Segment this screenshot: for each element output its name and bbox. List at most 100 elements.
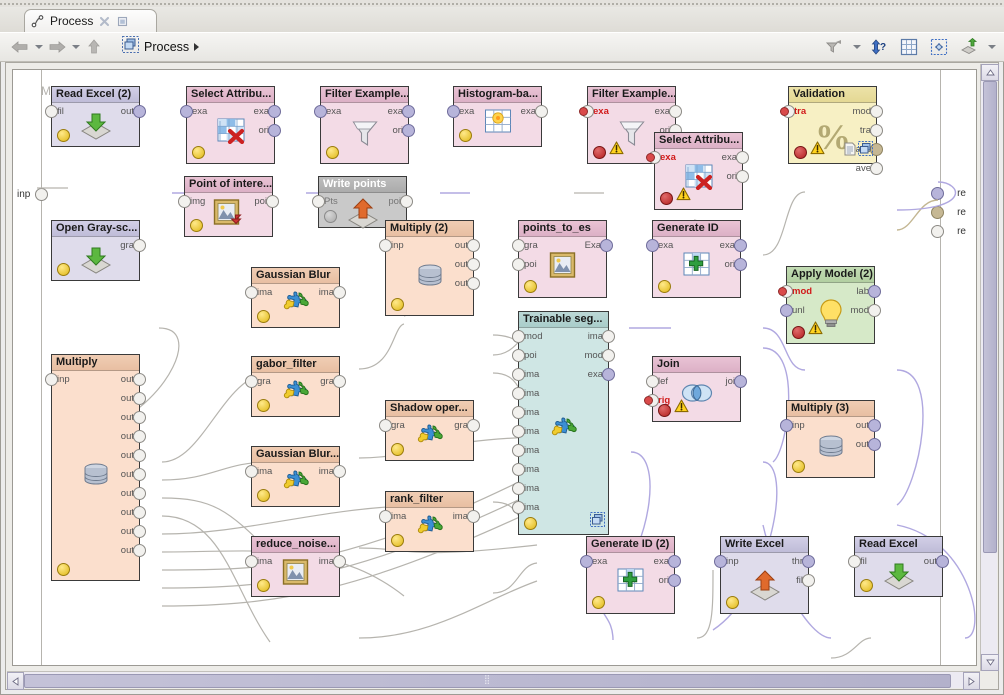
- input-nub-points-to-es-1[interactable]: [512, 258, 525, 271]
- process-output-nub-2[interactable]: [931, 225, 944, 238]
- input-nub-histogram-based-0[interactable]: [447, 105, 460, 118]
- output-port-open-grayscale-0[interactable]: gra: [120, 240, 134, 251]
- input-port-trainable-segmentation-8[interactable]: ima: [524, 483, 539, 494]
- warning-icon-join[interactable]: [674, 399, 689, 418]
- operator-select-attributes-2[interactable]: Select Attribu... exa exa ori: [646, 132, 749, 210]
- input-nub-points-to-es-0[interactable]: [512, 239, 525, 252]
- operator-generate-id-1[interactable]: Generate ID exa exa ori: [646, 220, 747, 298]
- input-port-trainable-segmentation-7[interactable]: ima: [524, 464, 539, 475]
- scroll-up-button[interactable]: [981, 64, 999, 81]
- warning-icon-select-attributes-2[interactable]: [676, 187, 691, 206]
- output-nub-reduce-noise-0[interactable]: [333, 555, 346, 568]
- operator-validation[interactable]: Validationtramodtraaveave%: [780, 86, 883, 175]
- scroll-left-button[interactable]: [7, 672, 24, 690]
- output-nub-open-grayscale-0[interactable]: [133, 239, 146, 252]
- output-nub-filter-examples-2-0[interactable]: [669, 105, 682, 118]
- output-port-generate-id-1-0[interactable]: exa: [720, 240, 735, 251]
- output-nub-write-points-0[interactable]: [400, 195, 413, 208]
- operator-read-excel-2[interactable]: Read Excel (2) fil out: [45, 86, 146, 147]
- output-nub-multiply-1-2[interactable]: [133, 411, 146, 424]
- input-port-histogram-based-0[interactable]: exa: [459, 106, 474, 117]
- input-nub-trainable-segmentation-4[interactable]: [512, 406, 525, 419]
- breadcrumb-arrow-icon[interactable]: [194, 43, 200, 51]
- input-nub-rank-filter-0[interactable]: [379, 510, 392, 523]
- output-nub-write-excel-1[interactable]: [802, 574, 815, 587]
- input-nub-trainable-segmentation-2[interactable]: [512, 368, 525, 381]
- output-nub-gabor-filter-0[interactable]: [333, 375, 346, 388]
- input-port-filter-examples-1-0[interactable]: exa: [326, 106, 341, 117]
- operator-apply-model-2[interactable]: Apply Model (2) mod unl lab mod: [778, 266, 881, 344]
- operator-rank-filter[interactable]: rank_filter ima ima: [379, 491, 480, 552]
- restore-icon[interactable]: [116, 15, 129, 28]
- output-nub-shadow-operator-0[interactable]: [467, 419, 480, 432]
- operator-filter-examples-1[interactable]: Filter Example... exa exa ori: [314, 86, 415, 164]
- process-node-icon[interactable]: [122, 36, 139, 58]
- input-nub-gaussian-blur-1-0[interactable]: [245, 286, 258, 299]
- input-port-apply-model-2-0[interactable]: mod: [792, 286, 812, 297]
- output-nub-multiply-1-6[interactable]: [133, 487, 146, 500]
- up-arrow-icon[interactable]: [82, 35, 106, 59]
- operator-multiply-1[interactable]: Multiply inp out out out out out out out out out ou…: [45, 354, 146, 581]
- output-port-gaussian-blur-2-0[interactable]: ima: [319, 466, 334, 477]
- input-port-points-to-es-0[interactable]: gra: [524, 240, 538, 251]
- close-icon[interactable]: [98, 15, 111, 28]
- output-nub-generate-id-2-0[interactable]: [668, 555, 681, 568]
- output-nub-validation-0[interactable]: [870, 105, 883, 118]
- operator-generate-id-2[interactable]: Generate ID (2) exa exa ori: [580, 536, 681, 614]
- input-nub-gabor-filter-0[interactable]: [245, 375, 258, 388]
- output-nub-gaussian-blur-1-0[interactable]: [333, 286, 346, 299]
- input-nub-trainable-segmentation-6[interactable]: [512, 444, 525, 457]
- output-nub-multiply-2-0[interactable]: [467, 239, 480, 252]
- output-port-select-attributes-1-0[interactable]: exa: [254, 106, 269, 117]
- operator-read-excel[interactable]: Read Excel fil out: [848, 536, 949, 597]
- input-port-multiply-1-0[interactable]: inp: [57, 374, 70, 385]
- output-port-gabor-filter-0[interactable]: gra: [320, 376, 334, 387]
- input-port-multiply-3-0[interactable]: inp: [792, 420, 805, 431]
- input-port-validation-0[interactable]: tra: [794, 106, 806, 117]
- input-nub-write-excel-0[interactable]: [714, 555, 727, 568]
- input-nub-multiply-2-0[interactable]: [379, 239, 392, 252]
- input-nub-apply-model-2-1[interactable]: [780, 304, 793, 317]
- input-port-rank-filter-0[interactable]: ima: [391, 511, 406, 522]
- input-nub-select-attributes-1-0[interactable]: [180, 105, 193, 118]
- output-nub-read-excel-0[interactable]: [936, 555, 949, 568]
- input-port-select-attributes-2-0[interactable]: exa: [660, 152, 676, 163]
- operator-points-to-es[interactable]: points_to_es gra poi Exa: [512, 220, 613, 298]
- process-output-port-re-2[interactable]: re: [957, 226, 966, 237]
- input-port-trainable-segmentation-4[interactable]: ima: [524, 407, 539, 418]
- output-nub-multiply-1-0[interactable]: [133, 373, 146, 386]
- input-port-gaussian-blur-2-0[interactable]: ima: [257, 466, 272, 477]
- output-nub-multiply-3-0[interactable]: [868, 419, 881, 432]
- input-nub-trainable-segmentation-9[interactable]: [512, 501, 525, 514]
- back-history-chevron-down-icon[interactable]: [34, 36, 43, 58]
- output-nub-select-attributes-1-0[interactable]: [268, 105, 281, 118]
- output-port-select-attributes-2-0[interactable]: exa: [722, 152, 737, 163]
- output-port-histogram-based-0[interactable]: exa: [521, 106, 536, 117]
- subprocess-icon-trainable-segmentation[interactable]: [590, 512, 605, 532]
- filter-icon[interactable]: [822, 35, 846, 59]
- input-nub-write-points-0[interactable]: [312, 195, 325, 208]
- input-nub-multiply-3-0[interactable]: [780, 419, 793, 432]
- output-nub-generate-id-2-1[interactable]: [668, 574, 681, 587]
- input-nub-trainable-segmentation-1[interactable]: [512, 349, 525, 362]
- input-port-read-excel-2-0[interactable]: fil: [57, 106, 64, 117]
- output-nub-multiply-1-1[interactable]: [133, 392, 146, 405]
- horizontal-scrollbar[interactable]: ⣿: [7, 671, 980, 690]
- output-nub-join-0[interactable]: [734, 375, 747, 388]
- input-nub-trainable-segmentation-7[interactable]: [512, 463, 525, 476]
- output-nub-select-attributes-2-1[interactable]: [736, 170, 749, 183]
- output-nub-validation-1[interactable]: [870, 124, 883, 137]
- operator-multiply-2[interactable]: Multiply (2) inp out out out: [379, 220, 480, 316]
- output-nub-point-of-interest-0[interactable]: [266, 195, 279, 208]
- output-nub-multiply-2-2[interactable]: [467, 277, 480, 290]
- output-nub-trainable-segmentation-0[interactable]: [602, 330, 615, 343]
- process-input-nub[interactable]: [35, 188, 48, 201]
- output-nub-histogram-based-0[interactable]: [535, 105, 548, 118]
- export-icon[interactable]: [957, 35, 981, 59]
- input-nub-read-excel-0[interactable]: [848, 555, 861, 568]
- input-port-points-to-es-1[interactable]: poi: [524, 259, 537, 270]
- input-port-read-excel-0[interactable]: fil: [860, 556, 867, 567]
- scroll-down-button[interactable]: [981, 654, 999, 671]
- output-port-filter-examples-1-0[interactable]: exa: [388, 106, 403, 117]
- process-output-nub-0[interactable]: [931, 187, 944, 200]
